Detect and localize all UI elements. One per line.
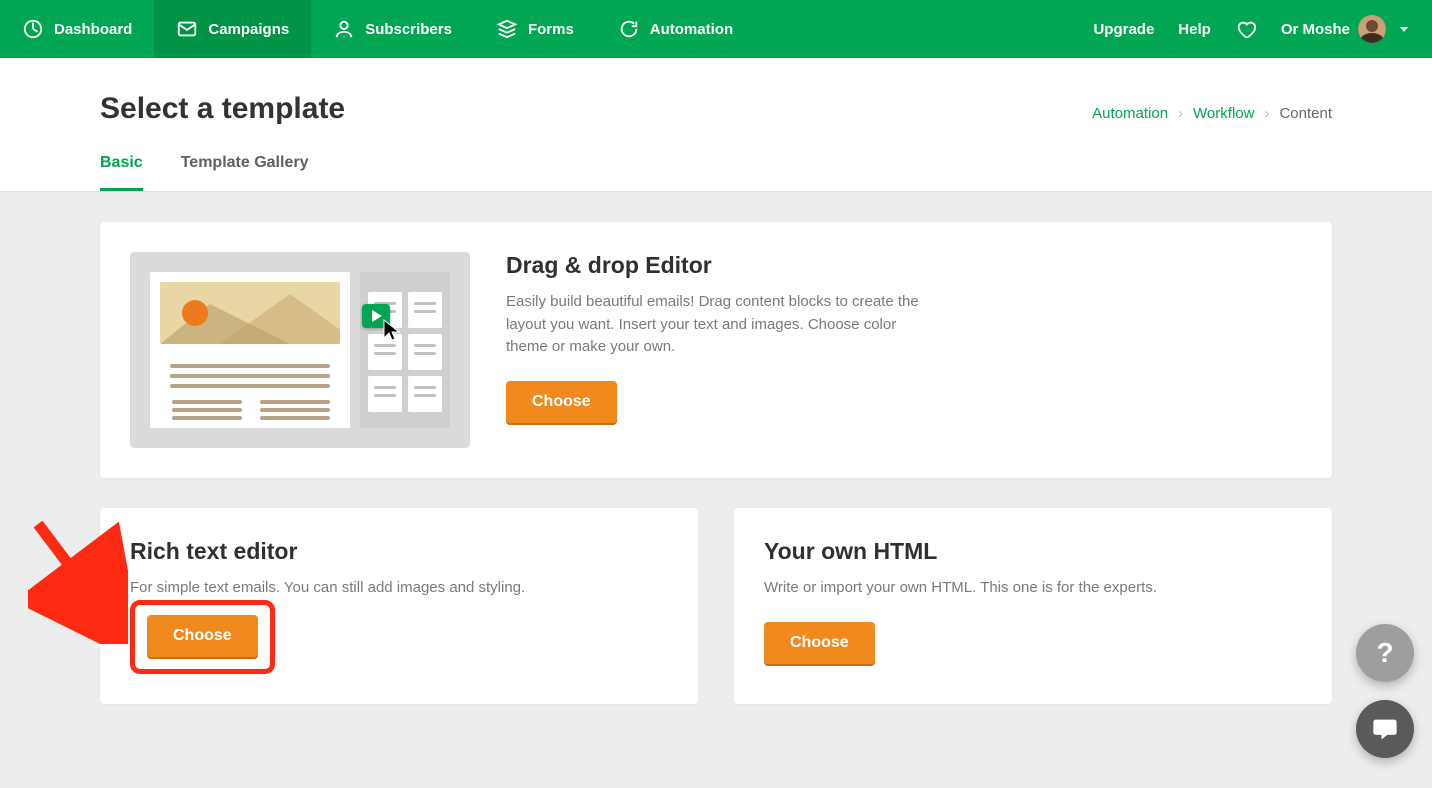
- nav-label-campaigns: Campaigns: [208, 21, 289, 38]
- choose-rich-text-button[interactable]: Choose: [147, 615, 258, 657]
- content: Drag & drop Editor Easily build beautifu…: [0, 192, 1432, 734]
- crumb-content: Content: [1279, 105, 1332, 122]
- chat-fab[interactable]: [1356, 700, 1414, 758]
- cursor-icon: [382, 318, 402, 342]
- nav-item-forms[interactable]: Forms: [474, 0, 596, 58]
- tab-template-gallery[interactable]: Template Gallery: [181, 154, 309, 191]
- template-card-own-html: Your own HTML Write or import your own H…: [734, 508, 1332, 704]
- nav-item-subscribers[interactable]: Subscribers: [311, 0, 474, 58]
- user-name: Or Moshe: [1281, 21, 1350, 38]
- subheader: Select a template Automation › Workflow …: [0, 58, 1432, 192]
- nav-item-dashboard[interactable]: Dashboard: [0, 0, 154, 58]
- choose-own-html-button[interactable]: Choose: [764, 622, 875, 664]
- tab-basic[interactable]: Basic: [100, 154, 143, 191]
- help-link[interactable]: Help: [1178, 21, 1211, 38]
- chevron-right-icon: ›: [1178, 105, 1183, 122]
- mail-icon: [176, 18, 198, 40]
- chat-icon: [1371, 715, 1399, 743]
- own-html-title: Your own HTML: [764, 538, 1302, 565]
- nav-label-dashboard: Dashboard: [54, 21, 132, 38]
- tabs: Basic Template Gallery: [100, 154, 1332, 191]
- rich-text-desc: For simple text emails. You can still ad…: [130, 577, 668, 600]
- help-fab[interactable]: ?: [1356, 624, 1414, 682]
- template-card-drag-drop: Drag & drop Editor Easily build beautifu…: [100, 222, 1332, 478]
- avatar: [1358, 15, 1386, 43]
- nav-item-automation[interactable]: Automation: [596, 0, 755, 58]
- nav-label-forms: Forms: [528, 21, 574, 38]
- user-menu[interactable]: Or Moshe: [1281, 15, 1408, 43]
- rich-text-title: Rich text editor: [130, 538, 668, 565]
- page-title: Select a template: [100, 92, 345, 126]
- chevron-right-icon: ›: [1264, 105, 1269, 122]
- upgrade-link[interactable]: Upgrade: [1093, 21, 1154, 38]
- nav-label-subscribers: Subscribers: [365, 21, 452, 38]
- own-html-desc: Write or import your own HTML. This one …: [764, 577, 1302, 600]
- refresh-icon: [618, 18, 640, 40]
- nav-right: Upgrade Help Or Moshe: [1093, 0, 1432, 58]
- drag-drop-desc: Easily build beautiful emails! Drag cont…: [506, 291, 926, 359]
- crumb-workflow[interactable]: Workflow: [1193, 105, 1254, 122]
- drag-drop-title: Drag & drop Editor: [506, 252, 926, 279]
- choose-drag-drop-button[interactable]: Choose: [506, 381, 617, 423]
- nav-item-campaigns[interactable]: Campaigns: [154, 0, 311, 58]
- template-card-rich-text: Rich text editor For simple text emails.…: [100, 508, 698, 704]
- user-icon: [333, 18, 355, 40]
- favorite-icon[interactable]: [1235, 18, 1257, 40]
- breadcrumb: Automation › Workflow › Content: [1092, 105, 1332, 122]
- crumb-automation[interactable]: Automation: [1092, 105, 1168, 122]
- stack-icon: [496, 18, 518, 40]
- annotation-highlight: Choose: [130, 600, 275, 674]
- top-nav: Dashboard Campaigns Subscribers Forms Au…: [0, 0, 1432, 58]
- drag-drop-illustration: [130, 252, 470, 448]
- chevron-down-icon: [1400, 27, 1408, 32]
- nav-label-automation: Automation: [650, 21, 733, 38]
- heart-icon: [1235, 18, 1257, 40]
- dashboard-icon: [22, 18, 44, 40]
- question-mark-icon: ?: [1376, 637, 1393, 669]
